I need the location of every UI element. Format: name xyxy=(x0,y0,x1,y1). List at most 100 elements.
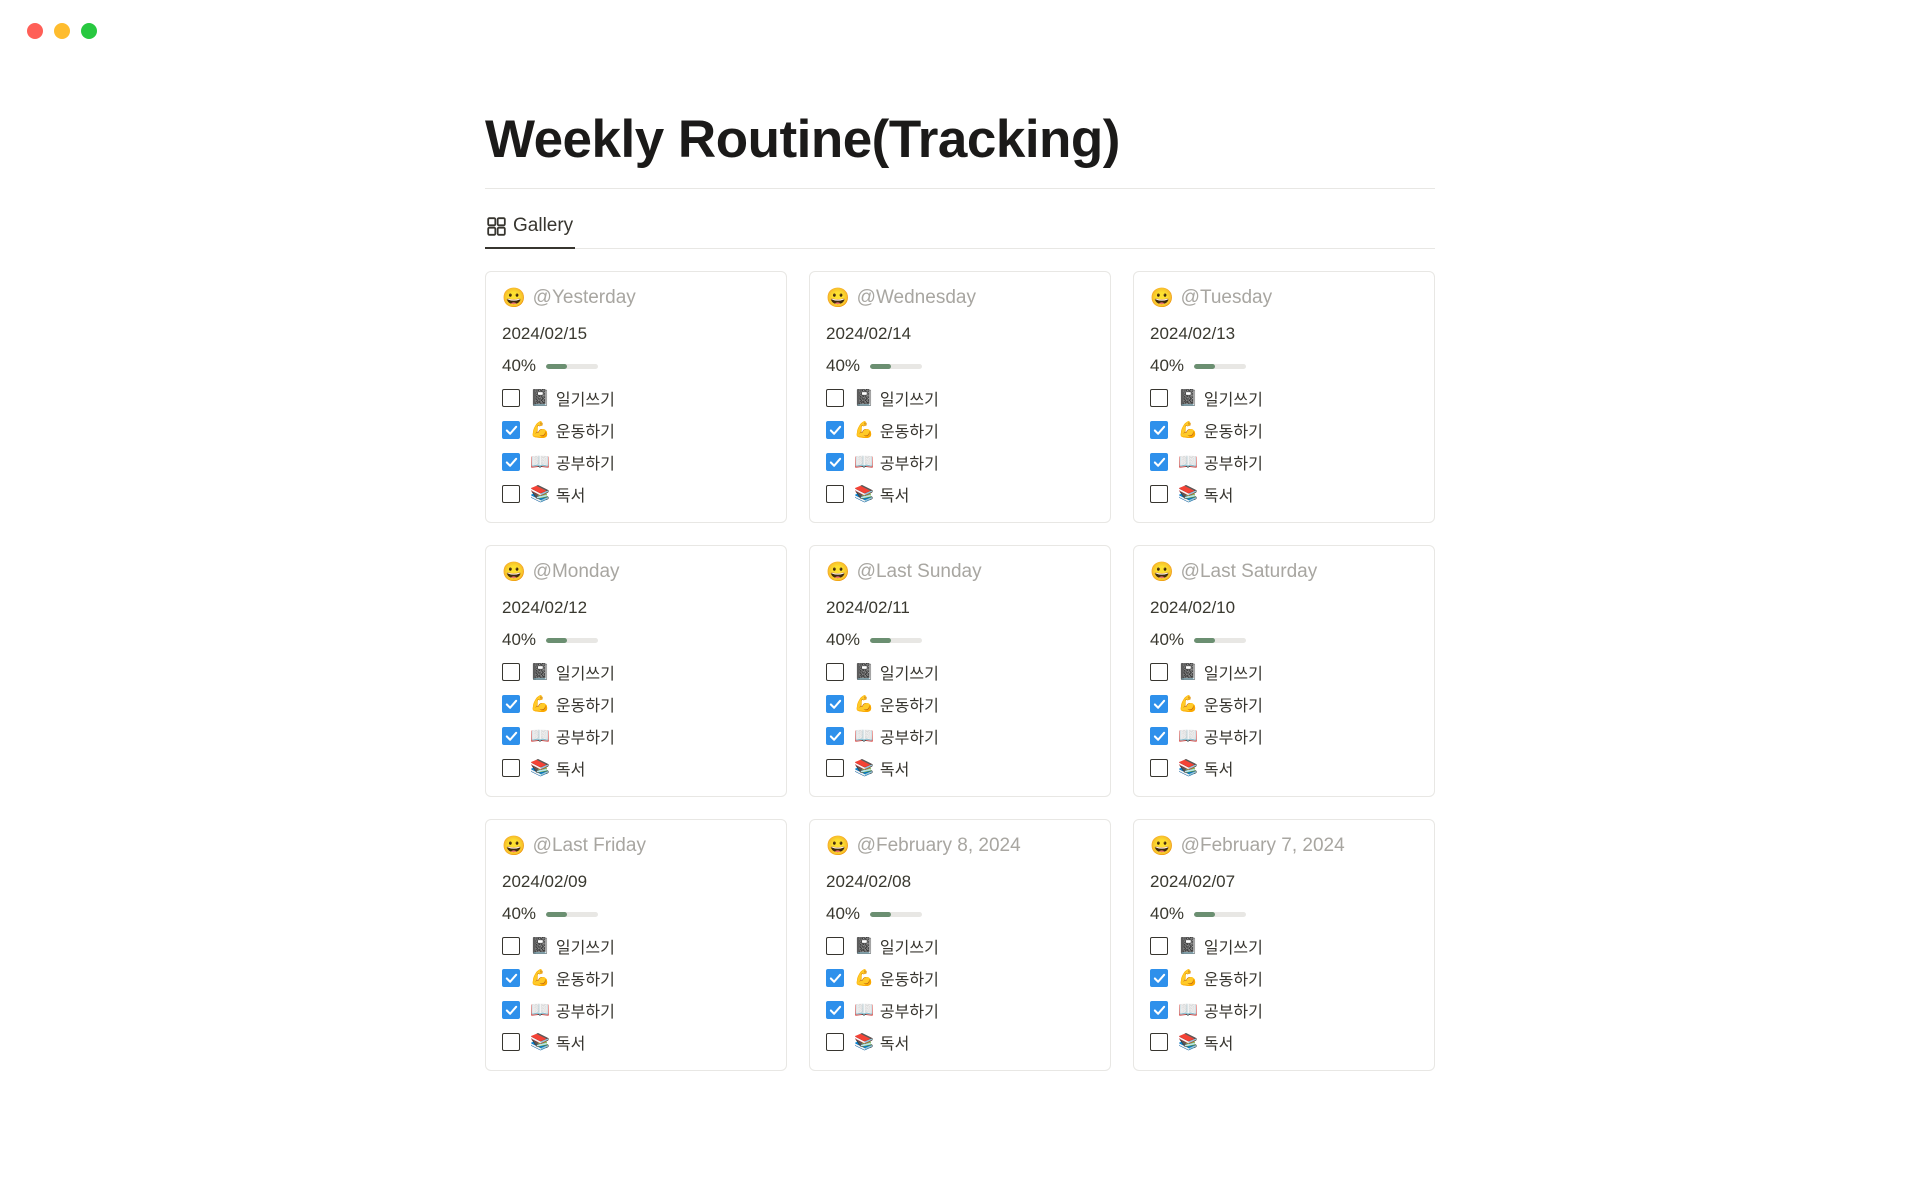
task-label: 📚독서 xyxy=(530,1030,585,1054)
task-emoji-icon: 📖 xyxy=(854,1000,874,1020)
task-checkbox[interactable] xyxy=(502,695,520,713)
task-row: 📚독서 xyxy=(502,482,770,506)
task-checkbox[interactable] xyxy=(826,1033,844,1051)
task-row: 📚독서 xyxy=(826,482,1094,506)
task-checkbox[interactable] xyxy=(1150,695,1168,713)
task-text: 일기쓰기 xyxy=(556,386,615,410)
task-label: 📓 일기쓰기 xyxy=(1178,386,1263,410)
task-text: 공부하기 xyxy=(556,450,615,474)
task-checkbox[interactable] xyxy=(826,1001,844,1019)
task-emoji-icon: 📚 xyxy=(530,758,550,778)
gallery-card[interactable]: 😀@Last Sunday2024/02/1140%📓일기쓰기💪운동하기📖공부하… xyxy=(809,545,1111,797)
task-label: 📖 공부하기 xyxy=(854,998,939,1022)
task-checkbox[interactable] xyxy=(1150,389,1168,407)
task-text: 운동하기 xyxy=(1204,692,1263,716)
task-checkbox[interactable] xyxy=(826,453,844,471)
task-checkbox[interactable] xyxy=(1150,663,1168,681)
task-checkbox[interactable] xyxy=(502,727,520,745)
progress-row: 40% xyxy=(502,356,770,376)
task-checkbox[interactable] xyxy=(1150,969,1168,987)
task-emoji-icon: 📚 xyxy=(1178,484,1198,504)
close-window-icon[interactable] xyxy=(27,23,43,39)
task-checkbox[interactable] xyxy=(502,453,520,471)
tab-gallery[interactable]: Gallery xyxy=(485,207,575,249)
task-label: 📖공부하기 xyxy=(854,724,939,748)
card-date: 2024/02/15 xyxy=(502,324,770,344)
task-emoji-icon: 💪 xyxy=(854,968,874,988)
task-checkbox[interactable] xyxy=(826,969,844,987)
card-title-row: 😀@Last Saturday xyxy=(1150,560,1418,584)
gallery-card[interactable]: 😀@Tuesday2024/02/1340%📓일기쓰기💪운동하기📖공부하기📚독서 xyxy=(1133,271,1435,523)
task-checkbox[interactable] xyxy=(826,389,844,407)
progress-percent: 40% xyxy=(826,630,860,650)
card-title: @February 8, 2024 xyxy=(857,835,1021,857)
task-list: 📓일기쓰기💪운동하기📖공부하기📚독서 xyxy=(502,386,770,506)
progress-row: 40% xyxy=(502,630,770,650)
task-checkbox[interactable] xyxy=(826,759,844,777)
gallery-card[interactable]: 😀@Last Saturday2024/02/1040%📓일기쓰기💪운동하기📖공… xyxy=(1133,545,1435,797)
task-row: 📓일기쓰기 xyxy=(502,934,770,958)
task-checkbox[interactable] xyxy=(502,937,520,955)
task-text: 일기쓰기 xyxy=(880,934,939,958)
minimize-window-icon[interactable] xyxy=(54,23,70,39)
task-checkbox[interactable] xyxy=(826,695,844,713)
task-emoji-icon: 💪 xyxy=(854,694,874,714)
task-emoji-icon: 📓 xyxy=(530,388,550,408)
task-checkbox[interactable] xyxy=(502,663,520,681)
task-row: 📖 공부하기 xyxy=(826,998,1094,1022)
task-checkbox[interactable] xyxy=(1150,759,1168,777)
gallery-card[interactable]: 😀@Wednesday2024/02/1440%📓일기쓰기💪운동하기📖공부하기📚… xyxy=(809,271,1111,523)
task-emoji-icon: 📓 xyxy=(1178,388,1198,408)
task-checkbox[interactable] xyxy=(826,663,844,681)
task-checkbox[interactable] xyxy=(502,485,520,503)
progress-bar xyxy=(546,638,598,643)
task-label: 📖공부하기 xyxy=(854,450,939,474)
task-emoji-icon: 📚 xyxy=(854,1032,874,1052)
task-label: 💪운동하기 xyxy=(1178,966,1263,990)
gallery-card[interactable]: 😀@Monday2024/02/1240%📓일기쓰기💪운동하기📖공부하기📚독서 xyxy=(485,545,787,797)
task-label: 📓일기쓰기 xyxy=(854,934,939,958)
progress-percent: 40% xyxy=(502,356,536,376)
task-text: 일기쓰기 xyxy=(1204,386,1263,410)
card-title-row: 😀@Last Friday xyxy=(502,834,770,858)
task-text: 독서 xyxy=(880,1030,909,1054)
progress-fill xyxy=(546,364,567,369)
task-checkbox[interactable] xyxy=(826,421,844,439)
task-checkbox[interactable] xyxy=(1150,1001,1168,1019)
task-row: 📖공부하기 xyxy=(502,724,770,748)
gallery-card[interactable]: 😀@Last Friday2024/02/0940%📓일기쓰기💪운동하기📖공부하… xyxy=(485,819,787,1071)
task-checkbox[interactable] xyxy=(502,421,520,439)
page-content: Weekly Routine(Tracking) Gallery 😀@Yeste… xyxy=(485,109,1435,1071)
task-checkbox[interactable] xyxy=(502,389,520,407)
task-emoji-icon: 📚 xyxy=(530,1032,550,1052)
task-row: 📖공부하기 xyxy=(1150,724,1418,748)
progress-percent: 40% xyxy=(502,904,536,924)
task-label: 📖공부하기 xyxy=(530,724,615,748)
task-checkbox[interactable] xyxy=(826,937,844,955)
maximize-window-icon[interactable] xyxy=(81,23,97,39)
task-checkbox[interactable] xyxy=(1150,937,1168,955)
task-checkbox[interactable] xyxy=(826,485,844,503)
task-checkbox[interactable] xyxy=(502,969,520,987)
gallery-card[interactable]: 😀@February 7, 20242024/02/0740%📓일기쓰기💪운동하… xyxy=(1133,819,1435,1071)
task-emoji-icon: 📓 xyxy=(854,388,874,408)
task-checkbox[interactable] xyxy=(502,1001,520,1019)
task-checkbox[interactable] xyxy=(502,759,520,777)
task-checkbox[interactable] xyxy=(1150,485,1168,503)
card-date: 2024/02/09 xyxy=(502,872,770,892)
task-checkbox[interactable] xyxy=(1150,421,1168,439)
task-row: 📓일기쓰기 xyxy=(502,660,770,684)
task-row: 💪운동하기 xyxy=(1150,966,1418,990)
task-emoji-icon: 📓 xyxy=(530,662,550,682)
gallery-card[interactable]: 😀@February 8, 20242024/02/0840%📓일기쓰기💪운동하… xyxy=(809,819,1111,1071)
card-title-row: 😀@Wednesday xyxy=(826,286,1094,310)
task-checkbox[interactable] xyxy=(1150,1033,1168,1051)
task-checkbox[interactable] xyxy=(502,1033,520,1051)
task-text: 공부하기 xyxy=(880,998,939,1022)
task-emoji-icon: 📚 xyxy=(1178,758,1198,778)
task-row: 📓 일기쓰기 xyxy=(1150,386,1418,410)
task-checkbox[interactable] xyxy=(826,727,844,745)
gallery-card[interactable]: 😀@Yesterday2024/02/1540%📓일기쓰기💪운동하기📖공부하기📚… xyxy=(485,271,787,523)
task-checkbox[interactable] xyxy=(1150,727,1168,745)
task-checkbox[interactable] xyxy=(1150,453,1168,471)
